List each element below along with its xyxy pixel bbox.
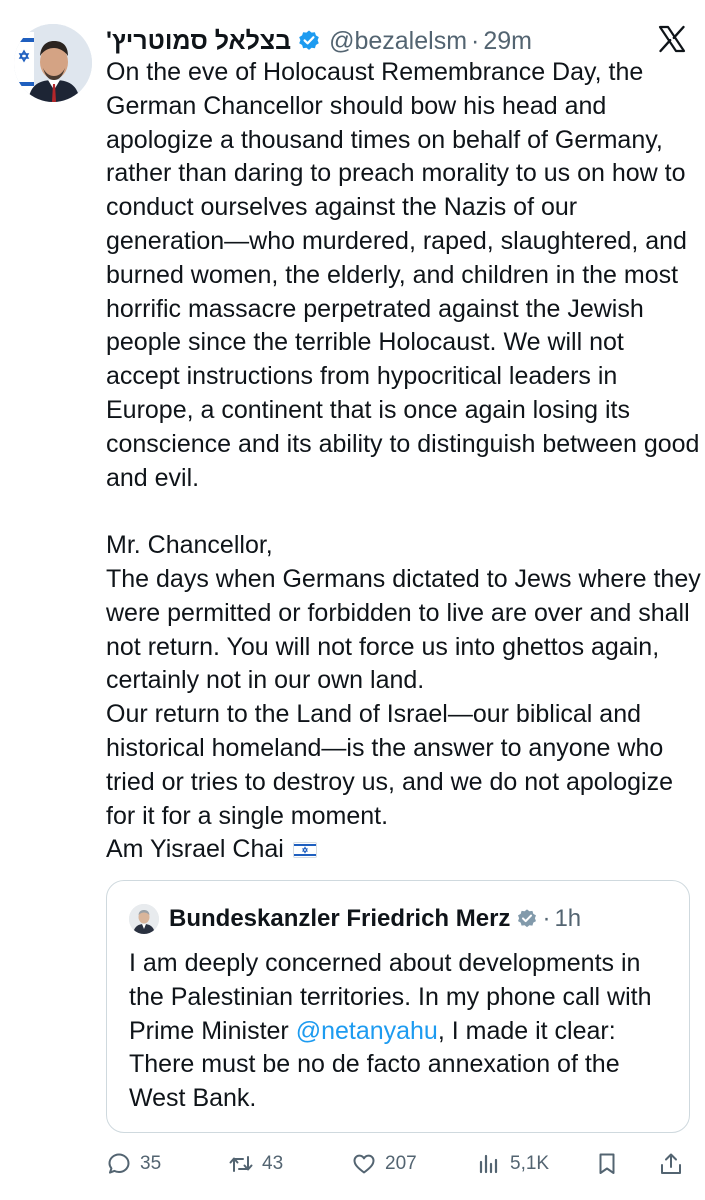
tweet-paragraph-1: On the eve of Holocaust Remembrance Day,… — [106, 58, 700, 492]
repost-icon — [229, 1156, 253, 1172]
tweet-action-bar: 35 43 207 5,1K — [106, 1146, 696, 1182]
bookmark-icon — [599, 1153, 615, 1174]
author-handle[interactable]: @bezalelsm — [329, 27, 467, 56]
author-avatar[interactable] — [14, 24, 92, 102]
repost-button[interactable]: 43 — [228, 1146, 283, 1182]
view-count: 5,1K — [510, 1153, 550, 1174]
reply-button[interactable]: 35 — [106, 1146, 161, 1182]
share-button[interactable] — [658, 1146, 692, 1182]
views-button[interactable]: 5,1K — [476, 1146, 549, 1182]
israel-flag-icon — [292, 834, 317, 859]
gray-verified-badge-icon — [516, 908, 538, 930]
repost-count: 43 — [262, 1153, 284, 1174]
quoted-author-name[interactable]: Bundeskanzler Friedrich Merz — [169, 905, 510, 933]
separator-dot: · — [471, 26, 480, 55]
reply-count: 35 — [140, 1153, 162, 1174]
quoted-separator-dot: · — [542, 905, 551, 932]
analytics-icon — [479, 1154, 498, 1174]
author-photo — [14, 24, 92, 102]
tweet-timestamp[interactable]: 29m — [483, 27, 532, 56]
verified-badge-icon — [297, 29, 321, 53]
quoted-tweet-body: I am deeply concerned about developments… — [129, 947, 679, 1116]
quoted-tweet-header: Bundeskanzler Friedrich Merz · 1h — [129, 903, 581, 935]
heart-icon — [353, 1154, 375, 1174]
tweet-body: On the eve of Holocaust Remembrance Day,… — [106, 56, 701, 867]
author-name[interactable]: בצלאל סמוטריץ' — [106, 27, 291, 56]
quoted-author-avatar[interactable] — [129, 904, 159, 934]
tweet-paragraph-2-text: Mr. Chancellor, The days when Germans di… — [106, 531, 701, 864]
quoted-tweet-card[interactable]: Bundeskanzler Friedrich Merz · 1h I am d… — [106, 880, 690, 1133]
mention-link[interactable]: @netanyahu — [296, 1017, 438, 1045]
like-count: 207 — [385, 1153, 417, 1174]
reply-icon — [108, 1153, 130, 1174]
bookmark-button[interactable] — [594, 1146, 628, 1182]
x-logo-icon — [657, 24, 687, 54]
quoted-tweet-timestamp[interactable]: 1h — [554, 905, 581, 933]
tweet-paragraph-2: Mr. Chancellor, The days when Germans di… — [106, 529, 701, 867]
share-icon — [661, 1153, 681, 1174]
tweet-header: בצלאל סמוטריץ' @bezalelsm · 29m — [106, 24, 532, 58]
quoted-author-photo — [129, 904, 159, 934]
like-button[interactable]: 207 — [351, 1146, 417, 1182]
